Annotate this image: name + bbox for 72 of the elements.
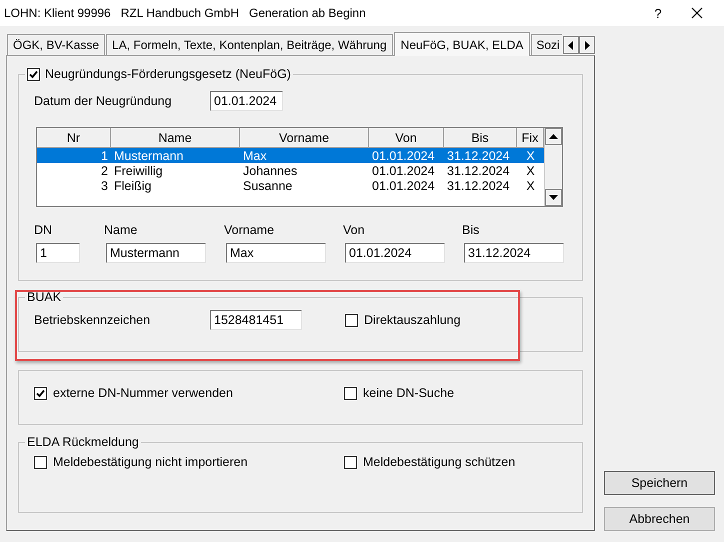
group-title: BUAK: [26, 290, 62, 304]
checkbox[interactable]: [344, 456, 357, 468]
checkbox-label[interactable]: Meldebestätigung schützen: [363, 455, 516, 469]
scroll-right-button[interactable]: [579, 36, 596, 54]
scroll-up-button[interactable]: [545, 128, 562, 145]
column-header[interactable]: Nr: [37, 128, 111, 148]
list-row[interactable]: 2 Freiwillig Johannes 01.01.2024 31.12.2024 X: [37, 163, 544, 178]
group-title: ELDA Rückmeldung: [26, 435, 140, 449]
checkbox[interactable]: [34, 456, 47, 468]
list-row[interactable]: 3 Fleißig Susanne 01.01.2024 31.12.2024 X: [37, 178, 544, 193]
checkbox-label[interactable]: Neugründungs-Förderungsgesetz (NeuFöG): [45, 67, 291, 81]
list-cell-text: 1: [100, 148, 109, 162]
list-cell-text: Fleißig: [113, 178, 153, 192]
close-icon[interactable]: [691, 7, 703, 19]
list-cell-text: 2: [100, 164, 109, 178]
help-button[interactable]: ?: [648, 6, 668, 20]
tab[interactable]: Sozi: [531, 34, 562, 55]
window-title: LOHN: Klient 99996 RZL Handbuch GmbH Generation ab Beginn: [3, 6, 367, 20]
checkbox-label[interactable]: externe DN-Nummer verwenden: [53, 386, 233, 400]
tab[interactable]: LA, Formeln, Texte, Kontenplan, Beiträge, Währung: [106, 34, 393, 55]
column-header[interactable]: Fix: [517, 128, 544, 148]
list-cell-text: 31.12.2024: [446, 148, 511, 162]
field-label: Von: [342, 223, 366, 237]
list-cell-text: Mustermann: [113, 148, 184, 162]
column-header[interactable]: Vorname: [240, 128, 369, 148]
checkbox[interactable]: [27, 68, 40, 80]
list-cell-text: 01.01.2024: [371, 164, 436, 178]
date-field[interactable]: 01.01.2024: [210, 91, 283, 111]
column-header[interactable]: Name: [111, 128, 240, 148]
checkbox-label[interactable]: keine DN-Suche: [363, 386, 454, 400]
left-triangle-icon: [568, 40, 574, 50]
list-cell-text: Freiwillig: [113, 164, 164, 178]
input-field[interactable]: Max: [226, 243, 326, 263]
tab[interactable]: NeuFöG, BUAK, ELDA: [394, 32, 530, 56]
input-field[interactable]: 1528481451: [210, 310, 302, 330]
input-field[interactable]: 01.01.2024: [345, 243, 445, 263]
list-row[interactable]: 1 Mustermann Max 01.01.2024 31.12.2024 X: [37, 148, 544, 163]
list-cell-text: Susanne: [242, 178, 294, 192]
checkbox[interactable]: [344, 386, 357, 400]
field-label: Bis: [461, 223, 480, 237]
list-cell-text: X: [525, 164, 536, 178]
list-cell-text: 31.12.2024: [446, 178, 511, 192]
field-label: Datum der Neugründung: [33, 94, 173, 108]
field-label: Name: [103, 223, 138, 237]
checkbox-label[interactable]: Direktauszahlung: [364, 313, 540, 327]
list-cell-text: 3: [100, 178, 109, 192]
column-header[interactable]: Von: [369, 128, 444, 148]
field-label: Betriebskennzeichen: [34, 313, 152, 327]
scroll-down-button[interactable]: [545, 189, 562, 206]
checkbox[interactable]: [345, 314, 358, 326]
list-cell-text: 01.01.2024: [371, 148, 436, 162]
tab[interactable]: ÖGK, BV-Kasse: [7, 34, 106, 55]
checkbox[interactable]: [34, 386, 47, 400]
field-label: Vorname: [223, 223, 276, 237]
dialog-button[interactable]: Abbrechen: [604, 507, 715, 531]
list-cell-text: 01.01.2024: [371, 178, 436, 192]
checkbox-label[interactable]: Meldebestätigung nicht importieren: [53, 455, 248, 469]
input-field[interactable]: 1: [36, 243, 80, 263]
list-cell-text: X: [525, 148, 536, 162]
input-field[interactable]: 31.12.2024: [464, 243, 564, 263]
up-triangle-icon: [549, 134, 558, 139]
list-cell-text: Max: [242, 148, 268, 162]
right-triangle-icon: [584, 40, 590, 50]
dialog-button[interactable]: Speichern: [604, 471, 715, 495]
down-triangle-icon: [549, 195, 558, 200]
list-cell-text: X: [525, 178, 536, 192]
column-header[interactable]: Bis: [444, 128, 517, 148]
field-label: DN: [33, 223, 54, 237]
scroll-left-button[interactable]: [563, 36, 580, 54]
list-cell-text: 31.12.2024: [446, 164, 511, 178]
list-cell-text: Johannes: [242, 164, 298, 178]
input-field[interactable]: Mustermann: [106, 243, 206, 263]
